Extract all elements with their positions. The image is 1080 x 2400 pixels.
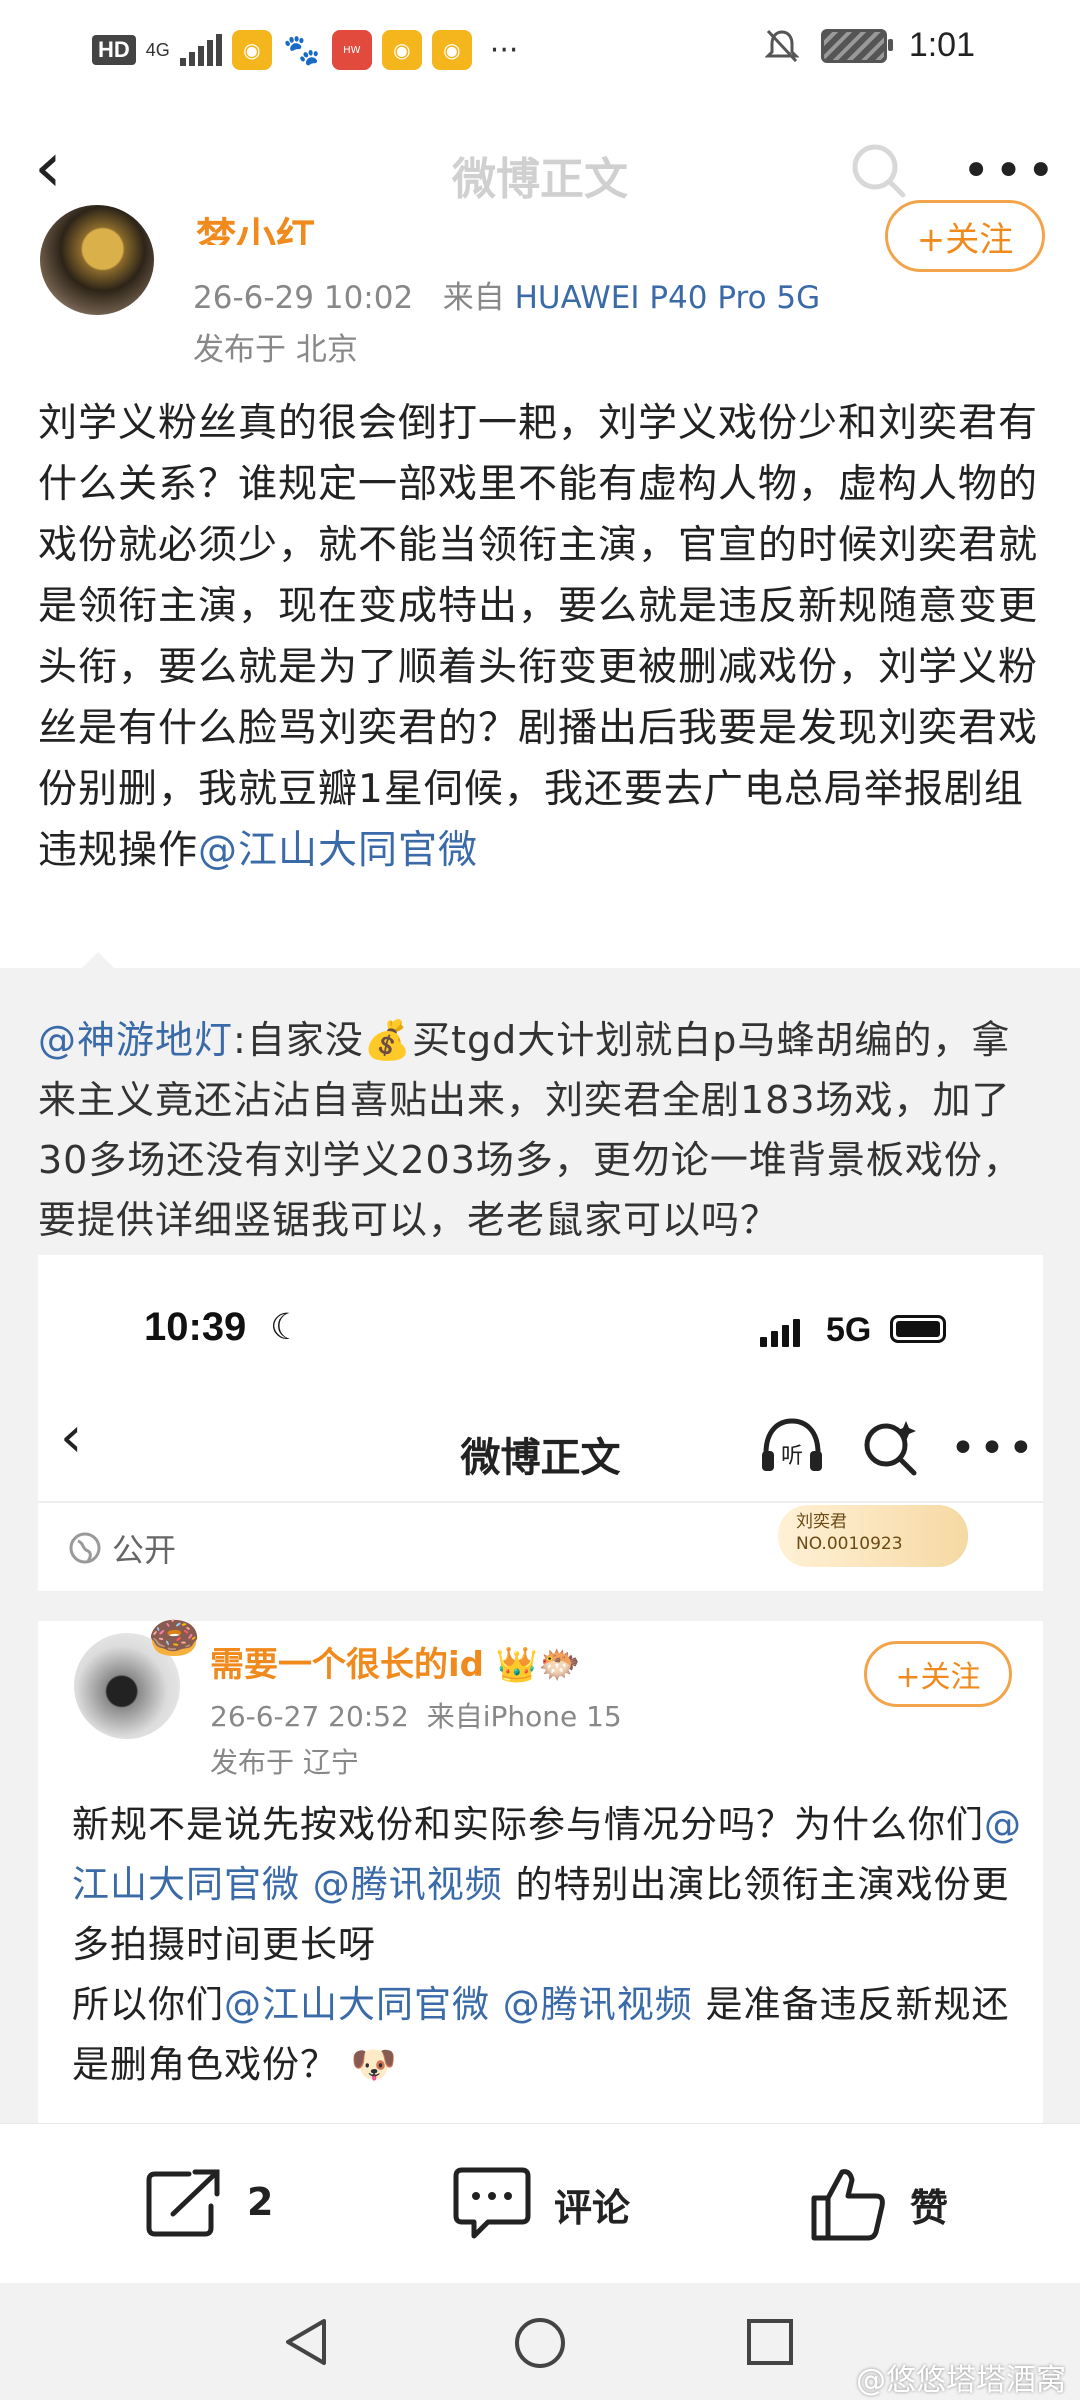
thumbs-up-icon xyxy=(811,2169,885,2241)
share-icon xyxy=(146,2169,220,2237)
signal-icon xyxy=(179,34,222,66)
author-name[interactable]: 梦小红 xyxy=(196,205,316,245)
action-bar: 2 评论 赞 xyxy=(0,2123,1080,2284)
huawei-icon: HW xyxy=(331,30,372,70)
embedded-search-icon xyxy=(864,1421,917,1476)
watermark: @悠悠塔塔酒窝 xyxy=(856,2363,1066,2398)
post-location: 发布于 北京 xyxy=(193,332,358,368)
network-type: 4G xyxy=(145,40,170,60)
comment-body: @神游地灯:自家没💰买tgd大计划就白p马蜂胡编的，拿来主义竟还沾沾自喜贴出来，… xyxy=(38,1010,1048,1250)
comment-user-link[interactable]: @神游地灯 xyxy=(38,1018,233,1062)
baidu-icon: 🐾 xyxy=(281,30,322,70)
embedded-author-name: 需要一个很长的id 👑🐡 xyxy=(210,1645,581,1685)
divider xyxy=(38,1501,1043,1503)
embedded-signal-icon xyxy=(760,1317,800,1347)
embedded-screenshot[interactable]: 10:39 ☾ 5G ‹ 微博正文 听 ••• 公开 刘奕君 NO.001092… xyxy=(38,1255,1043,2125)
like-label: 赞 xyxy=(910,2185,949,2230)
embedded-mention: @腾讯视频 xyxy=(312,1863,503,1906)
comment-icon xyxy=(453,2167,531,2239)
weibo-icon: ◉ xyxy=(231,30,272,70)
comment-label: 评论 xyxy=(554,2185,631,2230)
embedded-battery-icon xyxy=(890,1315,946,1343)
badge-name: 刘奕君 xyxy=(796,1512,847,1532)
share-count: 2 xyxy=(247,2180,274,2224)
embedded-from: 来自iPhone 15 xyxy=(426,1700,622,1733)
embedded-follow-button: +关注 xyxy=(864,1641,1012,1707)
embedded-status-time: 10:39 xyxy=(144,1305,247,1349)
embedded-post-body: 新规不是说先按戏份和实际参与情况分吗？为什么你们@江山大同官微 @腾讯视频 的特… xyxy=(72,1795,1022,2095)
embedded-post-meta: 26-6-27 20:52 来自iPhone 15 xyxy=(210,1695,622,1735)
embedded-location: 发布于 辽宁 xyxy=(210,1746,359,1779)
status-time: 1:01 xyxy=(908,26,975,64)
status-bar: HD 4G ◉ 🐾 HW ◉ ◉ ··· 1:01 xyxy=(0,0,1080,105)
embedded-author-text: 需要一个很长的id xyxy=(210,1645,484,1685)
more-button[interactable]: ••• xyxy=(962,143,1055,203)
weibo-icon: ◉ xyxy=(431,30,472,70)
mention-link[interactable]: @江山大同官微 xyxy=(198,828,478,873)
embedded-more-icon: ••• xyxy=(950,1423,1037,1474)
post-time: 26-6-29 10:02 xyxy=(193,280,414,316)
post-body: 刘学义粉丝真的很会倒打一耙，刘学义戏份少和刘奕君有什么关系？谁规定一部戏里不能有… xyxy=(38,393,1048,881)
dog-emoji: 🐶 xyxy=(350,2043,398,2086)
embedded-mention: @江山大同官微 xyxy=(224,1983,490,2026)
nav-back-icon[interactable] xyxy=(280,2315,334,2369)
listen-icon: 听 xyxy=(762,1418,822,1471)
globe-icon xyxy=(69,1532,101,1564)
battery-icon xyxy=(820,28,893,63)
post-text: 刘学义粉丝真的很会倒打一耙，刘学义戏份少和刘奕君有什么关系？谁规定一部戏里不能有… xyxy=(38,401,1039,873)
nav-recents-icon[interactable] xyxy=(745,2317,795,2367)
avatar[interactable] xyxy=(40,205,154,315)
comment-text-a: :自家没 xyxy=(233,1018,364,1062)
status-left: HD 4G ◉ 🐾 HW ◉ ◉ ··· xyxy=(92,30,518,70)
svg-text:听: 听 xyxy=(781,1444,803,1469)
search-icon[interactable] xyxy=(847,137,911,201)
device-link[interactable]: HUAWEI P40 Pro 5G xyxy=(515,280,821,316)
moon-icon: ☾ xyxy=(270,1307,303,1348)
visibility-label: 公开 xyxy=(68,1525,176,1571)
embedded-network: 5G xyxy=(826,1311,872,1349)
bell-muted-icon xyxy=(764,29,799,62)
comment-button[interactable]: 评论 xyxy=(452,2166,630,2242)
page-title: 微博正文 xyxy=(452,154,628,205)
embedded-text-3: 所以你们 xyxy=(72,1983,224,2026)
share-button[interactable]: 2 xyxy=(145,2166,273,2238)
nav-home-icon[interactable] xyxy=(512,2315,568,2371)
hd-indicator: HD xyxy=(92,35,136,65)
embedded-mention: @腾讯视频 xyxy=(502,1983,693,2026)
like-button[interactable]: 赞 xyxy=(810,2166,948,2242)
follow-button[interactable]: +关注 xyxy=(885,200,1045,272)
donut-decoration-icon: 🍩 xyxy=(148,1613,201,1662)
embedded-post-time: 26-6-27 20:52 xyxy=(210,1700,409,1733)
post-meta: 26-6-29 10:02 来自 HUAWEI P40 Pro 5G xyxy=(193,272,820,317)
embedded-text-1: 新规不是说先按戏份和实际参与情况分吗？为什么你们 xyxy=(72,1803,984,1846)
fan-badge: 刘奕君 NO.0010923 xyxy=(778,1505,968,1567)
badge-number: NO.0010923 xyxy=(796,1534,903,1554)
more-notifications: ··· xyxy=(489,32,519,68)
money-bag-emoji: 💰 xyxy=(363,1018,413,1062)
status-right: 1:01 xyxy=(764,26,975,65)
from-label: 来自 xyxy=(442,280,505,316)
visibility-text: 公开 xyxy=(112,1531,177,1569)
weibo-icon: ◉ xyxy=(381,30,422,70)
